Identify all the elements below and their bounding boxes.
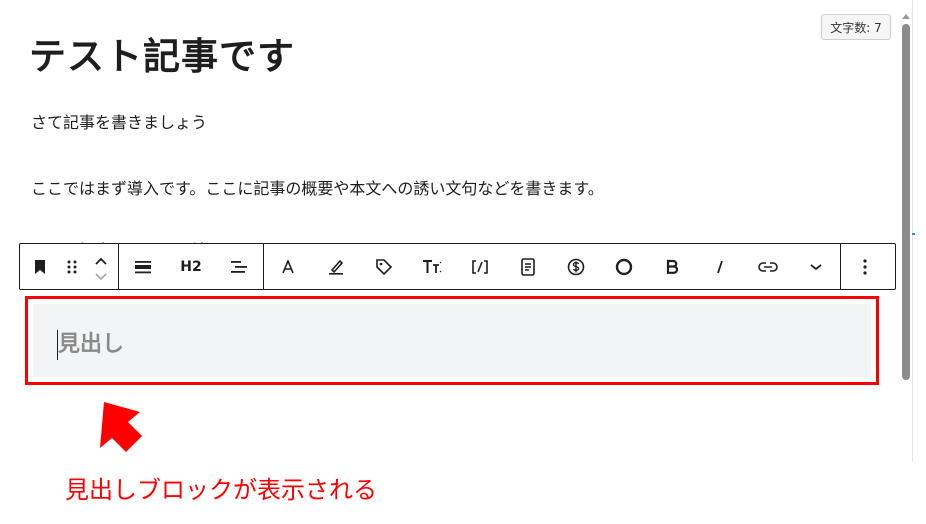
block-toolbar: H2 bbox=[19, 243, 896, 290]
font-color-icon[interactable] bbox=[264, 244, 312, 289]
annotation-caption: 見出しブロックが表示される bbox=[65, 476, 377, 504]
annotation-arrow-icon bbox=[100, 402, 142, 452]
code-icon[interactable] bbox=[456, 244, 504, 289]
circle-icon[interactable] bbox=[600, 244, 648, 289]
heading-placeholder[interactable]: 見出し bbox=[58, 330, 124, 360]
scrollbar[interactable] bbox=[900, 14, 912, 460]
panel-divider bbox=[912, 0, 913, 462]
more-options-icon[interactable] bbox=[841, 244, 888, 289]
paragraph-block[interactable]: ここではまず導入です。ここに記事の概要や本文への誘い文句などを書きます。 bbox=[31, 175, 604, 199]
heading-block-content[interactable]: 見出し bbox=[33, 304, 871, 377]
scrollbar-thumb[interactable] bbox=[902, 24, 910, 380]
editor-canvas: テスト記事です さて記事を書きましょう ここではまず導入です。ここに記事の概要や… bbox=[0, 0, 912, 462]
heading-block[interactable]: 見出し bbox=[25, 296, 879, 385]
block-mover bbox=[84, 244, 118, 289]
heading-level-button[interactable]: H2 bbox=[167, 244, 215, 289]
focus-indicator bbox=[912, 233, 915, 235]
post-title[interactable]: テスト記事です bbox=[29, 26, 295, 80]
scroll-up-icon[interactable] bbox=[902, 14, 910, 19]
toolbar-group-heading: H2 bbox=[119, 244, 263, 289]
link-icon[interactable] bbox=[744, 244, 792, 289]
toolbar-group-options bbox=[841, 244, 888, 289]
move-up-icon[interactable] bbox=[94, 251, 108, 267]
dollar-circle-icon[interactable] bbox=[552, 244, 600, 289]
italic-icon[interactable] bbox=[696, 244, 744, 289]
document-icon[interactable] bbox=[504, 244, 552, 289]
toolbar-group-format bbox=[264, 244, 840, 289]
chevron-down-icon[interactable] bbox=[792, 244, 840, 289]
font-size-icon[interactable] bbox=[408, 244, 456, 289]
toolbar-group-block bbox=[20, 244, 118, 289]
paragraph-block[interactable]: さて記事を書きましょう bbox=[31, 109, 207, 133]
highlighter-icon[interactable] bbox=[312, 244, 360, 289]
tag-icon[interactable] bbox=[360, 244, 408, 289]
text-align-icon[interactable] bbox=[215, 244, 263, 289]
drag-handle-icon[interactable] bbox=[60, 244, 84, 289]
align-icon[interactable] bbox=[119, 244, 167, 289]
move-down-icon[interactable] bbox=[94, 267, 108, 283]
bookmark-icon[interactable] bbox=[20, 244, 60, 289]
bold-icon[interactable] bbox=[648, 244, 696, 289]
character-count-badge: 文字数: 7 bbox=[821, 14, 891, 40]
